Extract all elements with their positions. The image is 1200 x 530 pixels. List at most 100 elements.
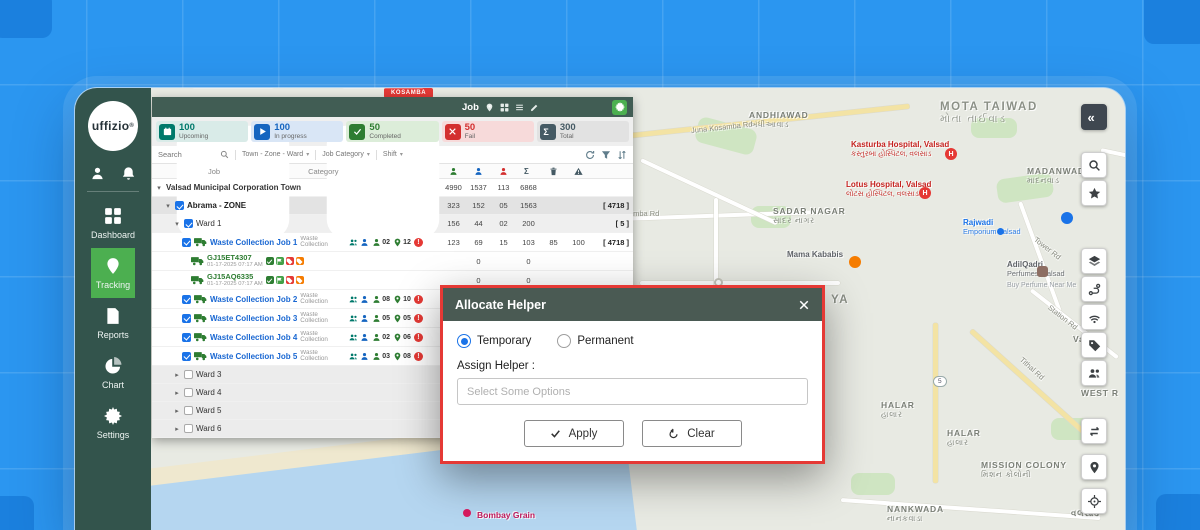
count-column-warn [566, 167, 591, 176]
expand-arrow-icon[interactable]: ▸ [173, 407, 181, 415]
search-icon[interactable] [220, 150, 229, 159]
row-checkbox[interactable] [184, 406, 193, 415]
map-tool-routes[interactable] [1081, 276, 1107, 302]
row-checkbox[interactable] [184, 370, 193, 379]
stat-card-completed[interactable]: 50Completed [346, 121, 438, 142]
filter-dropdown-2[interactable]: Shift▾ [383, 151, 403, 158]
sidebar-item-chart[interactable]: Chart [91, 348, 135, 398]
radio-dot[interactable] [557, 334, 571, 348]
row-checkbox[interactable] [182, 333, 191, 342]
map-marker-shop[interactable] [1061, 212, 1073, 224]
assign-helper-label: Assign Helper : [457, 360, 808, 372]
search-input[interactable] [158, 150, 220, 159]
person-icon [360, 295, 369, 304]
map-tool-favorites[interactable] [1081, 180, 1107, 206]
map-tool-locations[interactable] [1081, 454, 1107, 480]
radio-temporary[interactable]: Temporary [457, 334, 531, 348]
status-chip [286, 276, 294, 284]
alert-icon: ! [414, 314, 423, 323]
panel-settings-button[interactable] [612, 100, 627, 115]
value-cell [541, 219, 566, 228]
flag-icon [276, 277, 283, 284]
row-checkbox[interactable] [182, 238, 191, 247]
sidebar-item-tracking[interactable]: Tracking [91, 248, 135, 298]
value-cell: 02 [491, 219, 516, 228]
row-checkbox[interactable] [182, 295, 191, 304]
stat-card-fail[interactable]: 50Fail [442, 121, 534, 142]
corner-decor [0, 496, 34, 530]
map-marker-hospital[interactable]: H [945, 148, 957, 160]
expand-arrow-icon[interactable]: ▸ [173, 371, 181, 379]
row-checkbox[interactable] [184, 424, 193, 433]
point-count-badge: 12 [393, 238, 411, 247]
list-icon[interactable] [515, 103, 524, 112]
stat-card-in-progress[interactable]: 100In progress [251, 121, 343, 142]
row-checkbox[interactable] [182, 314, 191, 323]
sidebar-item-dashboard[interactable]: Dashboard [91, 198, 135, 248]
map-tool-labels[interactable] [1081, 332, 1107, 358]
pencil-icon[interactable] [530, 103, 539, 112]
sidebar-item-reports[interactable]: Reports [91, 298, 135, 348]
row-lead: Waste Collection Job 2Waste Collection08… [152, 293, 441, 307]
map-marker-food[interactable] [849, 256, 861, 268]
person-icon [449, 167, 458, 176]
sidebar-item-settings[interactable]: Settings [91, 398, 135, 448]
row-checkbox[interactable] [184, 219, 193, 228]
map-tool-groups[interactable] [1081, 360, 1107, 386]
map-marker-building[interactable] [1037, 266, 1048, 277]
vehicle-name: GJ15ET4307 [207, 254, 263, 262]
vehicle-status-chips [266, 276, 304, 284]
pin-icon [393, 352, 402, 361]
helper-select-input[interactable] [457, 378, 808, 405]
collapse-arrow-icon[interactable]: ▾ [155, 184, 163, 192]
people-icon [349, 314, 358, 323]
map-label-subtext: મિશન કોલોની [981, 470, 1067, 480]
map-marker-dot-blue[interactable] [997, 228, 1004, 235]
map-tool-search[interactable] [1081, 152, 1107, 178]
map-marker-hospital[interactable]: H [919, 187, 931, 199]
pin-icon[interactable] [485, 103, 494, 112]
map-tool-layers[interactable] [1081, 248, 1107, 274]
map-tool-transfer[interactable] [1081, 418, 1107, 444]
collapse-arrow-icon[interactable]: ▾ [164, 202, 172, 210]
map-marker-dot-pink[interactable] [463, 509, 471, 517]
collapse-arrow-icon[interactable]: ▾ [173, 220, 181, 228]
person-icon [499, 167, 508, 176]
value-cell: 4990 [441, 183, 466, 192]
map-tool-locate[interactable] [1081, 488, 1107, 514]
row-label: Waste Collection Job 5 [210, 352, 297, 361]
close-icon[interactable] [798, 299, 810, 311]
dashboard-icon[interactable] [500, 103, 509, 112]
funnel-icon[interactable] [601, 150, 611, 160]
clear-button[interactable]: Clear [642, 420, 742, 447]
profile-icon[interactable] [90, 166, 105, 181]
row-checkbox[interactable] [182, 352, 191, 361]
row-checkbox[interactable] [175, 201, 184, 210]
status-chip [276, 276, 284, 284]
table-row-vehicle[interactable]: GJ15ET430701-17-2025 07:17 AM00 [152, 252, 633, 271]
map-label-text: HALAR [947, 428, 981, 438]
refresh-icon[interactable] [585, 150, 595, 160]
map-label-text: Kasturba Hospital, Valsad [851, 140, 949, 149]
filter-dropdown-0[interactable]: Town - Zone - Ward▾ [242, 151, 309, 158]
map-tool-signal[interactable] [1081, 304, 1107, 330]
apply-button[interactable]: Apply [524, 420, 624, 447]
map-label-subtext: અંધીઆવાડ [749, 120, 809, 130]
map-tool-collapse[interactable]: « [1081, 104, 1107, 130]
stat-card-total[interactable]: Σ300Total [537, 121, 629, 142]
expand-arrow-icon[interactable]: ▸ [173, 389, 181, 397]
sort-icon[interactable] [617, 150, 627, 160]
notifications-icon[interactable] [121, 166, 136, 181]
tag-icon [286, 277, 293, 284]
row-checkbox[interactable] [184, 388, 193, 397]
radio-permanent[interactable]: Permanent [557, 334, 633, 348]
expand-arrow-icon[interactable]: ▸ [173, 425, 181, 433]
radio-dot[interactable] [457, 334, 471, 348]
filter-dropdown-1[interactable]: Job Category▾ [322, 151, 370, 158]
main-content: KOSAMBAMOTA TAIWADમોતા તાઈવાડANDHIAWADઅં… [151, 88, 1125, 530]
truck-icon [194, 332, 207, 342]
stat-card-upcoming[interactable]: 100Upcoming [156, 121, 248, 142]
pin-icon [393, 314, 402, 323]
status-chip [296, 257, 304, 265]
modal-actions: Apply Clear [457, 420, 808, 447]
